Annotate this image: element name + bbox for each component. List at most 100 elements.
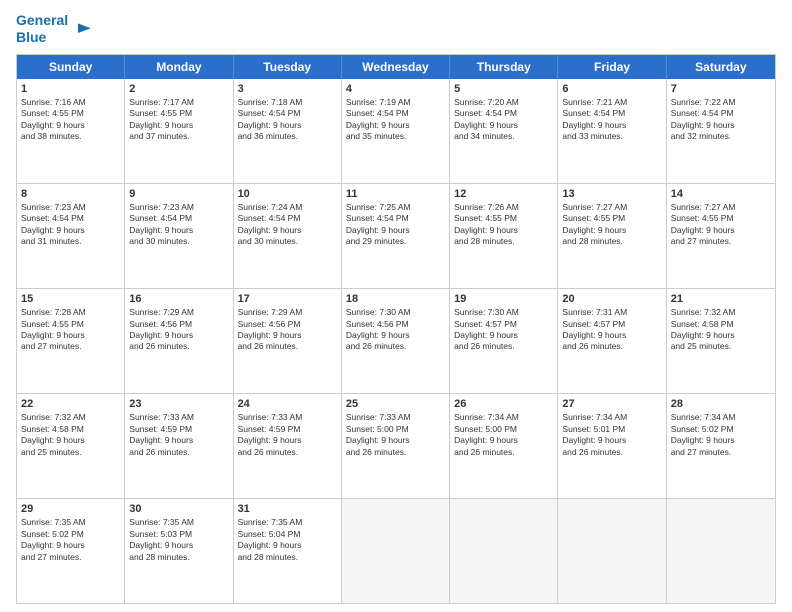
day-info-line: Daylight: 9 hours	[562, 120, 661, 131]
day-info-line: Sunrise: 7:22 AM	[671, 97, 771, 108]
calendar-row-4: 22Sunrise: 7:32 AMSunset: 4:58 PMDayligh…	[17, 393, 775, 498]
day-info-line: Sunset: 4:57 PM	[562, 319, 661, 330]
day-info-line: Sunrise: 7:23 AM	[129, 202, 228, 213]
day-info-line: and 26 minutes.	[238, 341, 337, 352]
day-info-line: Daylight: 9 hours	[21, 225, 120, 236]
day-info-line: Sunset: 5:02 PM	[21, 529, 120, 540]
day-info-line: Sunset: 4:59 PM	[129, 424, 228, 435]
day-info-line: Daylight: 9 hours	[21, 330, 120, 341]
day-info-line: Sunset: 4:55 PM	[562, 213, 661, 224]
day-info-line: Sunset: 5:00 PM	[346, 424, 445, 435]
day-info-line: Sunset: 5:03 PM	[129, 529, 228, 540]
day-number: 21	[671, 292, 771, 306]
day-info-line: and 28 minutes.	[562, 236, 661, 247]
day-info-line: Sunset: 4:59 PM	[238, 424, 337, 435]
day-number: 24	[238, 397, 337, 411]
day-info-line: and 28 minutes.	[238, 552, 337, 563]
day-info-line: and 25 minutes.	[21, 447, 120, 458]
day-cell-30: 30Sunrise: 7:35 AMSunset: 5:03 PMDayligh…	[125, 499, 233, 603]
day-info-line: Sunrise: 7:27 AM	[671, 202, 771, 213]
day-number: 31	[238, 502, 337, 516]
day-number: 17	[238, 292, 337, 306]
day-number: 5	[454, 82, 553, 96]
day-number: 23	[129, 397, 228, 411]
day-info-line: Sunset: 4:55 PM	[671, 213, 771, 224]
day-cell-8: 8Sunrise: 7:23 AMSunset: 4:54 PMDaylight…	[17, 184, 125, 288]
day-info-line: and 27 minutes.	[21, 341, 120, 352]
day-number: 14	[671, 187, 771, 201]
day-cell-2: 2Sunrise: 7:17 AMSunset: 4:55 PMDaylight…	[125, 79, 233, 183]
day-info-line: Sunrise: 7:20 AM	[454, 97, 553, 108]
day-info-line: and 30 minutes.	[238, 236, 337, 247]
day-number: 11	[346, 187, 445, 201]
day-info-line: Sunrise: 7:34 AM	[454, 412, 553, 423]
day-number: 18	[346, 292, 445, 306]
day-info-line: and 25 minutes.	[671, 341, 771, 352]
day-cell-7: 7Sunrise: 7:22 AMSunset: 4:54 PMDaylight…	[667, 79, 775, 183]
page: General Blue SundayMondayTuesdayWednesda…	[0, 0, 792, 612]
day-number: 30	[129, 502, 228, 516]
day-number: 4	[346, 82, 445, 96]
day-info-line: Sunrise: 7:32 AM	[671, 307, 771, 318]
day-info-line: Sunset: 5:01 PM	[562, 424, 661, 435]
day-cell-28: 28Sunrise: 7:34 AMSunset: 5:02 PMDayligh…	[667, 394, 775, 498]
day-info-line: Sunset: 5:02 PM	[671, 424, 771, 435]
header: General Blue	[16, 12, 776, 46]
day-info-line: Daylight: 9 hours	[238, 330, 337, 341]
weekday-header-friday: Friday	[558, 55, 666, 79]
calendar-row-1: 1Sunrise: 7:16 AMSunset: 4:55 PMDaylight…	[17, 79, 775, 183]
day-number: 26	[454, 397, 553, 411]
day-number: 28	[671, 397, 771, 411]
day-info-line: and 28 minutes.	[454, 236, 553, 247]
day-info-line: Sunset: 4:55 PM	[21, 319, 120, 330]
day-cell-23: 23Sunrise: 7:33 AMSunset: 4:59 PMDayligh…	[125, 394, 233, 498]
day-info-line: and 26 minutes.	[346, 447, 445, 458]
day-cell-6: 6Sunrise: 7:21 AMSunset: 4:54 PMDaylight…	[558, 79, 666, 183]
day-info-line: Daylight: 9 hours	[454, 435, 553, 446]
day-info-line: Daylight: 9 hours	[346, 330, 445, 341]
day-cell-19: 19Sunrise: 7:30 AMSunset: 4:57 PMDayligh…	[450, 289, 558, 393]
day-cell-18: 18Sunrise: 7:30 AMSunset: 4:56 PMDayligh…	[342, 289, 450, 393]
day-info-line: and 26 minutes.	[454, 447, 553, 458]
day-info-line: Sunset: 4:54 PM	[454, 108, 553, 119]
day-info-line: and 26 minutes.	[238, 447, 337, 458]
day-info-line: Sunrise: 7:24 AM	[238, 202, 337, 213]
day-info-line: and 34 minutes.	[454, 131, 553, 142]
day-info-line: Daylight: 9 hours	[454, 330, 553, 341]
day-info-line: Sunrise: 7:33 AM	[238, 412, 337, 423]
day-info-line: Daylight: 9 hours	[129, 435, 228, 446]
day-info-line: Sunrise: 7:35 AM	[21, 517, 120, 528]
day-info-line: and 27 minutes.	[671, 236, 771, 247]
day-info-line: Sunset: 5:04 PM	[238, 529, 337, 540]
day-info-line: Sunrise: 7:28 AM	[21, 307, 120, 318]
day-cell-29: 29Sunrise: 7:35 AMSunset: 5:02 PMDayligh…	[17, 499, 125, 603]
day-info-line: Sunset: 4:55 PM	[454, 213, 553, 224]
day-number: 27	[562, 397, 661, 411]
day-info-line: and 29 minutes.	[346, 236, 445, 247]
day-cell-20: 20Sunrise: 7:31 AMSunset: 4:57 PMDayligh…	[558, 289, 666, 393]
day-info-line: and 35 minutes.	[346, 131, 445, 142]
day-info-line: and 27 minutes.	[21, 552, 120, 563]
day-info-line: Daylight: 9 hours	[454, 120, 553, 131]
day-cell-1: 1Sunrise: 7:16 AMSunset: 4:55 PMDaylight…	[17, 79, 125, 183]
day-number: 7	[671, 82, 771, 96]
day-info-line: Sunset: 4:56 PM	[238, 319, 337, 330]
day-info-line: Daylight: 9 hours	[562, 435, 661, 446]
day-number: 2	[129, 82, 228, 96]
day-info-line: Sunrise: 7:26 AM	[454, 202, 553, 213]
logo-subtext: Blue	[16, 29, 68, 46]
day-info-line: and 26 minutes.	[346, 341, 445, 352]
day-cell-3: 3Sunrise: 7:18 AMSunset: 4:54 PMDaylight…	[234, 79, 342, 183]
day-info-line: and 37 minutes.	[129, 131, 228, 142]
day-info-line: and 26 minutes.	[562, 341, 661, 352]
day-info-line: Sunrise: 7:27 AM	[562, 202, 661, 213]
day-info-line: Daylight: 9 hours	[562, 330, 661, 341]
day-info-line: and 28 minutes.	[129, 552, 228, 563]
day-info-line: Sunrise: 7:17 AM	[129, 97, 228, 108]
day-info-line: Daylight: 9 hours	[238, 540, 337, 551]
day-info-line: Daylight: 9 hours	[346, 120, 445, 131]
weekday-header-tuesday: Tuesday	[234, 55, 342, 79]
day-info-line: Sunrise: 7:35 AM	[129, 517, 228, 528]
day-info-line: Sunrise: 7:34 AM	[562, 412, 661, 423]
day-cell-9: 9Sunrise: 7:23 AMSunset: 4:54 PMDaylight…	[125, 184, 233, 288]
